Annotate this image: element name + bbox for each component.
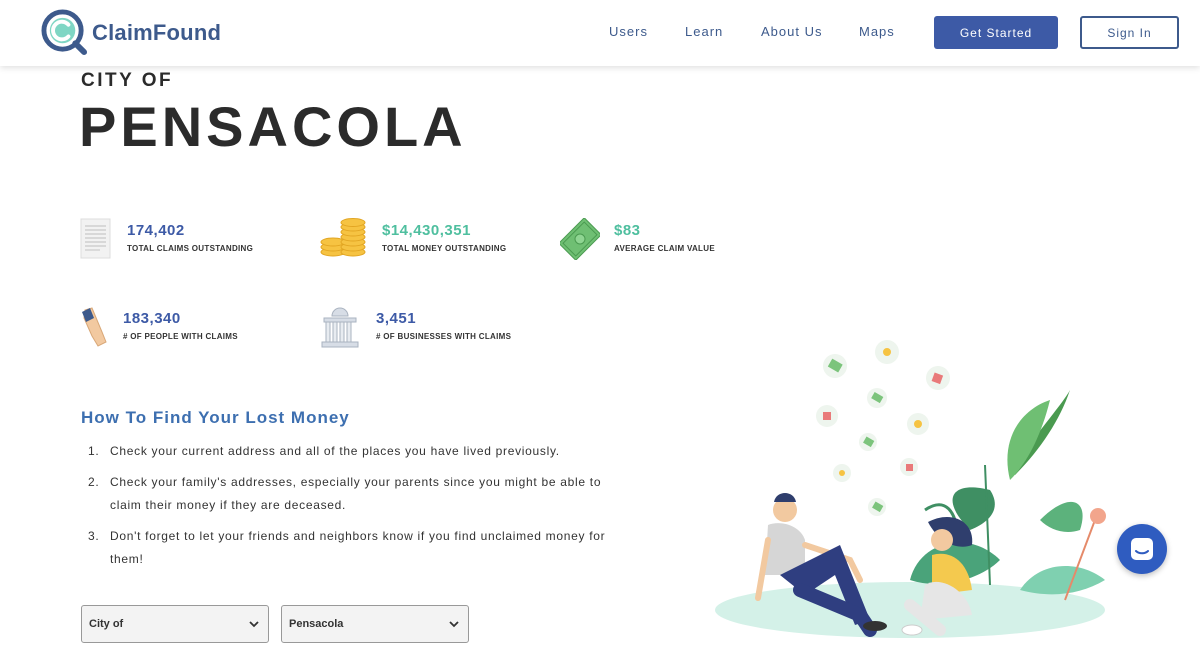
- step-number: 2.: [88, 475, 100, 489]
- stat-value: 3,451: [376, 310, 417, 327]
- brand-name: ClaimFound: [92, 19, 222, 45]
- step-number: 3.: [88, 529, 100, 543]
- howto-steps-list: 1. Check your current address and all of…: [88, 440, 608, 579]
- chevron-down-icon: [449, 621, 459, 628]
- nav-about-us[interactable]: About Us: [761, 24, 822, 39]
- nav-learn[interactable]: Learn: [685, 24, 723, 39]
- stat-label: TOTAL CLAIMS OUTSTANDING: [127, 244, 254, 253]
- location-name-select[interactable]: Pensacola: [281, 605, 469, 643]
- stat-total-money: $14,430,351 TOTAL MONEY OUTSTANDING: [382, 222, 506, 253]
- stat-value: $83: [614, 222, 641, 239]
- coins-icon: [320, 218, 366, 257]
- step-text: Check your current address and all of th…: [110, 444, 560, 458]
- stat-value: 183,340: [123, 310, 181, 327]
- stat-businesses-with-claims: 3,451 # OF BUSINESSES WITH CLAIMS: [376, 310, 511, 341]
- step-text: Don't forget to let your friends and nei…: [110, 529, 606, 566]
- stat-average-claim: $83 AVERAGE CLAIM VALUE: [614, 222, 715, 253]
- page-title: PENSACOLA: [79, 95, 467, 158]
- people-money-illustration: [715, 340, 1106, 638]
- step-text: Check your family's addresses, especiall…: [110, 475, 602, 512]
- get-started-button[interactable]: Get Started: [934, 16, 1058, 49]
- stat-total-claims: 174,402 TOTAL CLAIMS OUTSTANDING: [127, 222, 253, 253]
- logo[interactable]: ClaimFound: [41, 9, 221, 56]
- cash-icon: [560, 218, 600, 260]
- nav-users[interactable]: Users: [609, 24, 648, 39]
- stat-label: # OF PEOPLE WITH CLAIMS: [123, 332, 238, 341]
- chat-launcher-button[interactable]: [1117, 524, 1167, 574]
- stat-people-with-claims: 183,340 # OF PEOPLE WITH CLAIMS: [123, 310, 238, 341]
- hand-icon: [82, 307, 107, 347]
- chevron-down-icon: [249, 621, 259, 628]
- stat-value: $14,430,351: [382, 222, 471, 239]
- howto-heading: How To Find Your Lost Money: [81, 408, 350, 427]
- location-name-value: Pensacola: [289, 618, 344, 630]
- stat-label: AVERAGE CLAIM VALUE: [614, 244, 715, 253]
- site-header: ClaimFound Users Learn About Us Maps Get…: [0, 0, 1200, 66]
- nav-maps[interactable]: Maps: [859, 24, 895, 39]
- location-type-select[interactable]: City of: [81, 605, 269, 643]
- city-prefix: CITY OF: [81, 70, 174, 91]
- chat-icon: [1131, 538, 1153, 560]
- sign-in-button[interactable]: Sign In: [1080, 16, 1179, 49]
- location-type-value: City of: [89, 618, 124, 630]
- list-item: 2. Check your family's addresses, especi…: [88, 471, 608, 517]
- document-icon: [80, 218, 111, 259]
- step-number: 1.: [88, 444, 100, 458]
- list-item: 3. Don't forget to let your friends and …: [88, 525, 608, 571]
- stat-label: TOTAL MONEY OUTSTANDING: [382, 244, 507, 253]
- list-item: 1. Check your current address and all of…: [88, 440, 608, 463]
- stat-value: 174,402: [127, 222, 185, 239]
- building-icon: [321, 307, 359, 348]
- logo-icon: [41, 9, 88, 56]
- stat-label: # OF BUSINESSES WITH CLAIMS: [376, 332, 512, 341]
